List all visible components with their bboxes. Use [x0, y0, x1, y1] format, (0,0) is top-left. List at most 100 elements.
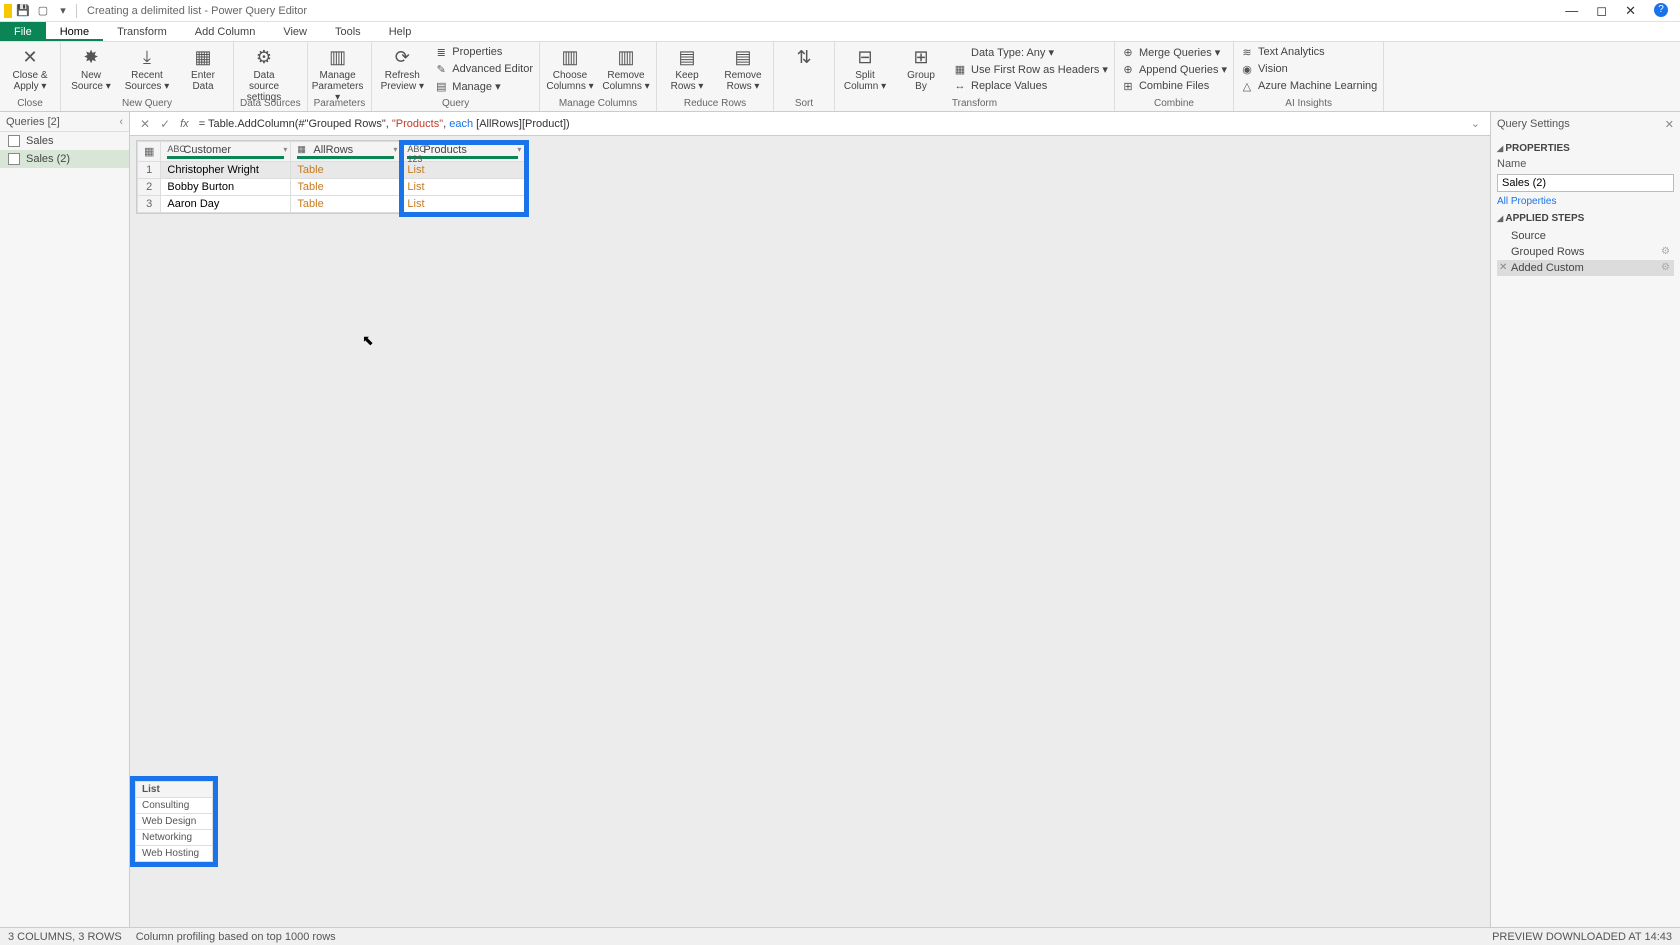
ribbon-button[interactable]: ↔Replace Values: [953, 78, 1108, 94]
ribbon-button[interactable]: ✸NewSource ▾: [67, 44, 115, 92]
queries-title: Queries [2]: [6, 116, 60, 128]
help-button[interactable]: ?: [1654, 3, 1668, 17]
tab-help[interactable]: Help: [375, 22, 426, 41]
query-item[interactable]: Sales (2): [0, 150, 129, 168]
body: Queries [2] ‹ SalesSales (2) ✕ ✓ fx = Ta…: [0, 112, 1680, 927]
corner-cell[interactable]: ▦: [138, 142, 161, 162]
separator: [76, 4, 77, 18]
cell[interactable]: List: [401, 179, 525, 196]
ribbon-icon: ⊞: [908, 44, 934, 70]
applied-step[interactable]: ✕Added Custom⚙: [1497, 260, 1674, 276]
ribbon-button[interactable]: ⤓RecentSources ▾: [123, 44, 171, 92]
ribbon-group-sort: ⇅Sort: [774, 42, 835, 111]
queries-header: Queries [2] ‹: [0, 112, 129, 132]
ribbon-group-close: ✕Close &Apply ▾Close: [0, 42, 61, 111]
ribbon-button[interactable]: ▦EnterData: [179, 44, 227, 92]
ribbon-button[interactable]: ▦Use First Row as Headers ▾: [953, 61, 1108, 77]
data-grid[interactable]: ▦ABCCustomer▾▦AllRows▾ABC 123Products▾1C…: [136, 140, 526, 214]
formula-expand-icon[interactable]: ⌄: [1471, 117, 1480, 130]
close-icon[interactable]: ✕: [1665, 118, 1674, 131]
close-button[interactable]: ✕: [1625, 3, 1636, 19]
ribbon-group-query: ⟳RefreshPreview ▾ ≣Properties✎Advanced Ed…: [372, 42, 540, 111]
tab-add-column[interactable]: Add Column: [181, 22, 270, 41]
maximize-button[interactable]: ◻: [1596, 3, 1607, 19]
save-icon[interactable]: 💾: [16, 4, 30, 18]
collapse-icon[interactable]: ‹: [119, 116, 123, 128]
all-properties-link[interactable]: All Properties: [1497, 196, 1556, 207]
tab-tools[interactable]: Tools: [321, 22, 375, 41]
table-icon: [8, 153, 20, 165]
cancel-icon[interactable]: ✕: [140, 117, 150, 131]
gear-icon[interactable]: ⚙: [1661, 246, 1670, 257]
ribbon-icon: ▤: [730, 44, 756, 70]
column-header[interactable]: ABCCustomer▾: [161, 142, 291, 162]
ribbon-button[interactable]: ▥RemoveColumns ▾: [602, 44, 650, 92]
tab-file[interactable]: File: [0, 22, 46, 41]
ribbon-icon: ▦: [190, 44, 216, 70]
tab-home[interactable]: Home: [46, 22, 103, 41]
filter-icon[interactable]: ▾: [283, 145, 287, 154]
quick-access-toolbar: 💾 ▢ ▾: [16, 4, 70, 18]
cell[interactable]: List: [401, 162, 525, 179]
ribbon-button[interactable]: ✕Close &Apply ▾: [6, 44, 54, 92]
cell[interactable]: Christopher Wright: [161, 162, 291, 179]
table-row[interactable]: 3Aaron DayTableList: [138, 196, 525, 213]
delete-step-icon[interactable]: ✕: [1499, 262, 1507, 273]
ribbon-button[interactable]: ⊞Combine Files: [1121, 78, 1227, 94]
filter-icon[interactable]: ▾: [517, 145, 521, 154]
column-header[interactable]: ▦AllRows▾: [291, 142, 401, 162]
ribbon-button[interactable]: ▥ManageParameters ▾: [314, 44, 362, 103]
redo-icon[interactable]: ▾: [56, 4, 70, 18]
ribbon-button[interactable]: ▤KeepRows ▾: [663, 44, 711, 92]
cell[interactable]: Table: [291, 179, 401, 196]
cell[interactable]: Table: [291, 196, 401, 213]
tab-view[interactable]: View: [269, 22, 321, 41]
query-name-input[interactable]: [1497, 174, 1674, 192]
query-item[interactable]: Sales: [0, 132, 129, 150]
ribbon-group-ai-insights: ≋Text Analytics◉Vision△Azure Machine Lea…: [1234, 42, 1384, 111]
cell[interactable]: Table: [291, 162, 401, 179]
ribbon-icon: ≣: [434, 45, 448, 59]
table-row[interactable]: 1Christopher WrightTableList: [138, 162, 525, 179]
ribbon-icon: ⊟: [852, 44, 878, 70]
cell[interactable]: Bobby Burton: [161, 179, 291, 196]
formula-input[interactable]: = Table.AddColumn(#"Grouped Rows", "Prod…: [199, 117, 1461, 130]
ribbon-button[interactable]: ◉Vision: [1240, 61, 1377, 77]
ribbon-button[interactable]: Data Type: Any ▾: [953, 44, 1108, 60]
accept-icon[interactable]: ✓: [160, 117, 170, 131]
ribbon-button[interactable]: ▤Manage ▾: [434, 78, 533, 94]
filter-icon[interactable]: ▾: [393, 145, 397, 154]
applied-steps-heading: APPLIED STEPS: [1497, 213, 1674, 224]
cell[interactable]: Aaron Day: [161, 196, 291, 213]
ribbon-button[interactable]: ▤RemoveRows ▾: [719, 44, 767, 92]
ribbon-button[interactable]: ⚙Data sourcesettings: [240, 44, 288, 103]
ribbon-button[interactable]: ⊕Append Queries ▾: [1121, 61, 1227, 77]
undo-icon[interactable]: ▢: [36, 4, 50, 18]
ribbon-group-label: Reduce Rows: [663, 98, 767, 111]
ribbon-button[interactable]: ✎Advanced Editor: [434, 61, 533, 77]
preview-cell: Web Design: [136, 814, 213, 830]
applied-step[interactable]: Grouped Rows⚙: [1497, 244, 1674, 260]
ribbon-button[interactable]: ▥ChooseColumns ▾: [546, 44, 594, 92]
cell[interactable]: List: [401, 196, 525, 213]
name-label: Name: [1497, 158, 1674, 170]
ribbon-button[interactable]: ⟳RefreshPreview ▾: [378, 44, 426, 92]
ribbon-button[interactable]: ⊟SplitColumn ▾: [841, 44, 889, 92]
ribbon-icon: ↔: [953, 79, 967, 93]
ribbon-button[interactable]: ⇅: [780, 44, 828, 70]
applied-step[interactable]: Source: [1497, 228, 1674, 244]
ribbon-button[interactable]: △Azure Machine Learning: [1240, 78, 1377, 94]
fx-icon: fx: [180, 118, 189, 130]
ribbon-button[interactable]: ⊞GroupBy: [897, 44, 945, 92]
ribbon-group-label: AI Insights: [1240, 98, 1377, 111]
ribbon-icon: ▦: [953, 62, 967, 76]
ribbon-button[interactable]: ⊕Merge Queries ▾: [1121, 44, 1227, 60]
minimize-button[interactable]: —: [1565, 3, 1578, 19]
gear-icon[interactable]: ⚙: [1661, 262, 1670, 273]
ribbon-group-label: Query: [378, 98, 533, 111]
column-header[interactable]: ABC 123Products▾: [401, 142, 525, 162]
ribbon-button[interactable]: ≋Text Analytics: [1240, 44, 1377, 60]
tab-transform[interactable]: Transform: [103, 22, 181, 41]
ribbon-button[interactable]: ≣Properties: [434, 44, 533, 60]
table-row[interactable]: 2Bobby BurtonTableList: [138, 179, 525, 196]
